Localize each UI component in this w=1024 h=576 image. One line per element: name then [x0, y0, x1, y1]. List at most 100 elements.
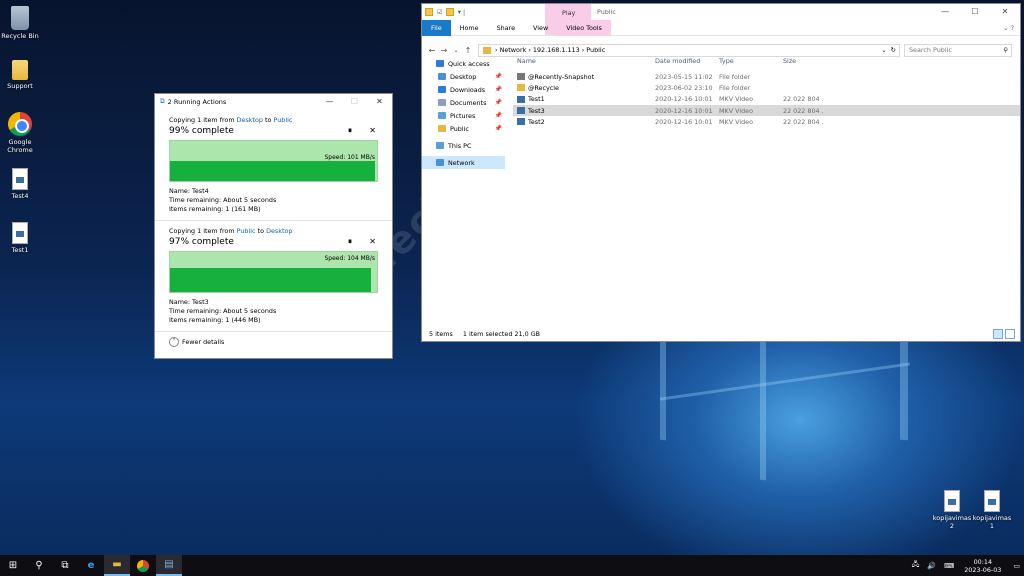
file-row[interactable]: Test1 2020-12-16 10:01 MKV Video 22 022 … — [513, 94, 1020, 105]
fewer-details-button[interactable]: ˄ Fewer details — [155, 332, 392, 352]
destination-link[interactable]: Desktop — [266, 227, 292, 235]
speed-label: Speed: 104 MB/s — [324, 255, 375, 262]
expand-ribbon-icon[interactable]: ⌄ ? — [1003, 24, 1014, 32]
new-folder-icon[interactable] — [445, 8, 454, 16]
folder-icon — [425, 8, 433, 16]
minimize-button[interactable]: — — [930, 4, 960, 20]
nav-item-network[interactable]: Network — [422, 156, 505, 169]
pause-button[interactable]: ⏸ — [348, 126, 352, 136]
close-button[interactable]: ✕ — [990, 4, 1020, 20]
file-size: 22 022 804 ... — [783, 117, 823, 126]
clock-time: 00:14 — [973, 557, 993, 566]
clock[interactable]: 00:14 2023-06-03 — [964, 558, 1001, 574]
file-row-selected[interactable]: Test3 2020-12-16 10:01 MKV Video 22 022 … — [513, 104, 1020, 117]
breadcrumb-network[interactable]: Network — [500, 46, 527, 54]
file-name: Test3 — [528, 106, 545, 115]
view-switcher — [993, 329, 1015, 339]
minimize-button[interactable]: — — [317, 97, 342, 106]
tab-video-tools[interactable]: Video Tools — [557, 19, 611, 36]
source-link[interactable]: Desktop — [237, 116, 263, 124]
nav-item-quick-access[interactable]: Quick access — [422, 57, 505, 70]
server-manager-taskbar-icon[interactable]: ▤ — [156, 555, 182, 576]
computer-icon — [436, 142, 444, 149]
play-tab[interactable]: Play — [562, 9, 575, 17]
file-row[interactable]: @Recycle 2023-06-02 23:10 File folder — [513, 82, 1020, 93]
address-dropdown-icon[interactable]: ⌄ — [881, 46, 886, 54]
desktop-icon-test4[interactable]: Test4 — [0, 168, 40, 200]
desktop-icon-kopijavimas-1[interactable]: kopijavimas 1 — [972, 490, 1012, 530]
desktop-icon — [438, 73, 446, 80]
properties-icon[interactable]: ☑ — [437, 8, 443, 16]
nav-label: Documents — [450, 98, 487, 107]
up-arrow-icon[interactable]: ↑ — [462, 46, 474, 55]
details-view-icon[interactable] — [993, 329, 1003, 339]
nav-item-downloads[interactable]: Downloads 📌 — [422, 83, 505, 96]
volume-icon[interactable]: 🔊 — [927, 562, 936, 570]
cancel-copy-button[interactable]: ✕ — [369, 237, 376, 246]
file-row[interactable]: @Recently-Snapshot 2023-05-15 11:02 File… — [513, 71, 1020, 82]
keyboard-icon[interactable]: ⌨ — [944, 562, 954, 570]
explorer-titlebar: ☑ ▾ | Play Public — ☐ ✕ — [422, 4, 1020, 20]
recent-locations-icon[interactable]: ⌄ — [450, 47, 462, 54]
video-file-icon — [517, 118, 525, 126]
maximize-button[interactable]: ☐ — [342, 97, 367, 106]
back-arrow-icon[interactable]: ← — [426, 46, 438, 55]
recycle-bin-icon — [11, 6, 29, 30]
column-header-name[interactable]: Name — [513, 57, 651, 65]
file-date: 2023-06-02 23:10 — [655, 83, 713, 92]
desktop-icon-support[interactable]: Support — [0, 60, 40, 90]
tab-share[interactable]: Share — [488, 20, 524, 36]
cancel-copy-button[interactable]: ✕ — [369, 126, 376, 135]
file-type: MKV Video — [719, 106, 754, 115]
pause-button[interactable]: ⏸ — [348, 237, 352, 247]
breadcrumb-separator: › — [526, 46, 533, 54]
large-icons-view-icon[interactable] — [1005, 329, 1015, 339]
file-row[interactable]: Test2 2020-12-16 10:01 MKV Video 22 022 … — [513, 116, 1020, 127]
breadcrumb-host[interactable]: 192.168.1.113 — [533, 46, 580, 54]
clock-date: 2023-06-03 — [964, 565, 1002, 574]
nav-item-public[interactable]: Public 📌 — [422, 122, 505, 135]
network-icon[interactable]: 🖧 — [912, 560, 920, 571]
close-button[interactable]: ✕ — [367, 97, 392, 106]
nav-item-desktop[interactable]: Desktop 📌 — [422, 70, 505, 83]
start-button[interactable]: ⊞ — [0, 555, 26, 576]
column-headers: Name Date modified Type Size — [513, 54, 1020, 67]
destination-link[interactable]: Public — [274, 116, 293, 124]
nav-item-this-pc[interactable]: This PC — [422, 139, 505, 152]
tab-view[interactable]: View — [524, 20, 557, 36]
quick-access-toolbar-dropdown-icon[interactable]: ▾ | — [458, 8, 465, 16]
copy-job: Copying 1 item from Public to Desktop 97… — [155, 227, 392, 325]
refresh-icon[interactable]: ↻ — [891, 46, 896, 54]
breadcrumb-public[interactable]: Public — [586, 46, 605, 54]
notifications-icon[interactable]: ▭ — [1013, 562, 1020, 570]
desktop-icon-recycle-bin[interactable]: Recycle Bin — [0, 6, 40, 40]
search-icon[interactable]: ⚲ — [26, 555, 52, 576]
source-link[interactable]: Public — [237, 227, 256, 235]
task-view-icon[interactable]: ⧉ — [52, 555, 78, 576]
desktop-icon-chrome[interactable]: Google Chrome — [0, 112, 40, 154]
maximize-button[interactable]: ☐ — [960, 4, 990, 20]
tab-home[interactable]: Home — [451, 20, 488, 36]
desktop-icon-label: Test1 — [11, 246, 29, 254]
file-explorer-window: ☑ ▾ | Play Public — ☐ ✕ File Home Share … — [421, 3, 1021, 342]
column-header-size[interactable]: Size — [779, 57, 823, 65]
file-name: Test1 — [528, 95, 545, 104]
chrome-taskbar-icon[interactable] — [130, 555, 156, 576]
time-remaining: Time remaining: About 5 seconds — [169, 307, 277, 315]
file-list: Name Date modified Type Size @Recently-S… — [513, 54, 1020, 127]
chevron-up-icon: ˄ — [169, 337, 179, 347]
edge-icon[interactable]: e — [78, 555, 104, 576]
file-explorer-taskbar-icon[interactable]: ▬ — [104, 555, 130, 576]
tab-file[interactable]: File — [422, 19, 451, 36]
copy-icon: ⧉ — [160, 97, 165, 105]
forward-arrow-icon[interactable]: → — [438, 46, 450, 55]
column-header-type[interactable]: Type — [715, 57, 779, 65]
nav-item-pictures[interactable]: Pictures 📌 — [422, 109, 505, 122]
desktop-icon-test1[interactable]: Test1 — [0, 222, 40, 254]
dialog-titlebar: ⧉ 2 Running Actions — ☐ ✕ — [155, 94, 392, 109]
file-name: @Recycle — [528, 83, 559, 92]
column-header-date[interactable]: Date modified — [651, 57, 715, 65]
desktop-icon-kopijavimas-2[interactable]: kopijavimas 2 — [932, 490, 972, 530]
nav-label: Quick access — [448, 59, 490, 68]
nav-item-documents[interactable]: Documents 📌 — [422, 96, 505, 109]
